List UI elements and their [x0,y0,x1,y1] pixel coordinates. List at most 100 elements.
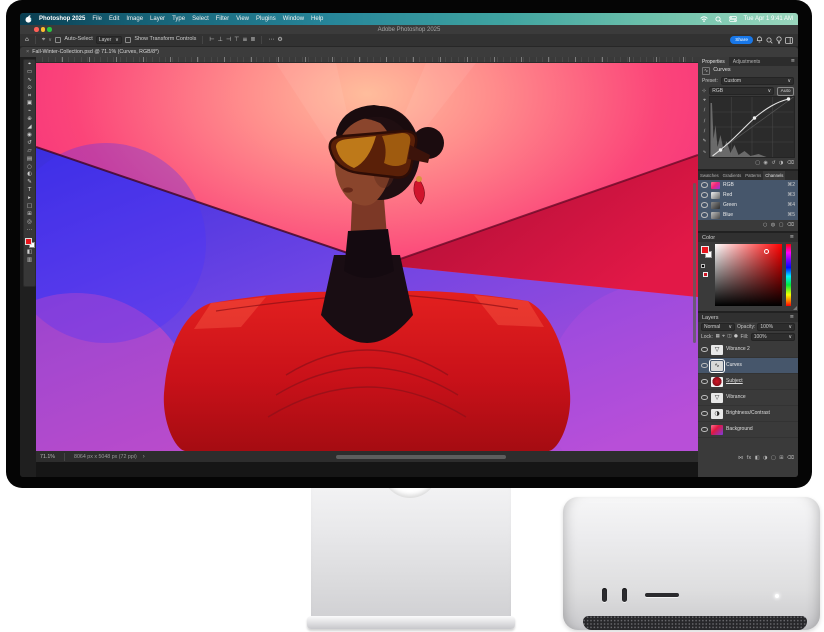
channel-row-rgb[interactable]: RGB ⌘2 [698,180,798,190]
brush-tool[interactable]: ◢ [27,125,31,131]
new-channel-icon[interactable]: ▢ [779,222,784,228]
visibility-eye-icon[interactable] [701,212,708,218]
menu-image[interactable]: Image [126,16,143,22]
align-left-icon[interactable]: ⊢ [209,37,214,43]
draw-curve-pencil-icon[interactable]: ✎ [703,140,707,145]
new-group-icon[interactable]: ▢ [771,455,776,461]
layer-row-curves[interactable]: ∿ Curves [698,358,798,374]
path-selection-tool[interactable]: ▸ [28,196,31,202]
lock-all-icon[interactable]: ● [734,335,738,340]
menu-view[interactable]: View [236,16,249,22]
shape-tool[interactable]: □ [27,204,32,210]
gear-icon[interactable]: ⚙ [277,37,282,43]
edit-toolbar-button[interactable]: ⋯ [27,228,33,234]
load-selection-icon[interactable]: ○ [763,222,767,228]
save-selection-icon[interactable]: ◍ [771,222,775,228]
layer-row-background[interactable]: Background [698,422,798,438]
lock-transparency-icon[interactable]: ▦ [715,335,719,340]
align-bottom-icon[interactable]: ≣ [250,37,255,43]
quick-mask-icon[interactable]: ◧ [27,250,32,256]
layer-row-subject[interactable]: Subject [698,374,798,390]
vertical-scrollbar[interactable] [693,183,697,343]
dodge-tool[interactable]: ◐ [27,172,32,178]
panel-menu-icon[interactable]: ≡ [790,235,794,240]
notifications-bell-icon[interactable] [756,36,763,44]
reset-icon[interactable]: ↺ [771,160,775,166]
visibility-eye-icon[interactable] [701,411,708,417]
eyedropper-tool[interactable]: ⌁ [28,109,31,115]
targeted-adjustment-icon[interactable]: ⊹ [702,89,706,94]
visibility-eye-icon[interactable] [701,192,708,198]
channel-row-green[interactable]: Green ⌘4 [698,200,798,210]
tab-patterns[interactable]: Patterns [743,171,763,180]
tab-channels[interactable]: Channels [763,171,785,180]
pen-tool[interactable]: ✎ [27,180,32,186]
preset-caret-icon[interactable]: ∨ [48,38,52,43]
visibility-eye-icon[interactable] [701,347,708,353]
foreground-color-swatch[interactable] [701,246,709,254]
layer-row-vibrance-2[interactable]: ▽ Vibrance 2 [698,342,798,358]
panel-resize-handle[interactable] [793,306,797,310]
layer-mask-icon[interactable]: ◧ [755,455,760,461]
auto-select-target-dropdown[interactable]: Layer∨ [96,36,122,44]
align-center-icon[interactable]: ⊥ [218,37,223,43]
workspace-switcher-icon[interactable] [785,37,793,44]
frame-tool[interactable]: ▣ [27,101,32,107]
align-top-icon[interactable]: ⊤ [234,37,239,43]
white-point-eyedropper-icon[interactable]: ∕ [704,130,706,135]
auto-button[interactable]: Auto [777,87,794,96]
document-tab[interactable]: × Fall-Winter-Collection.psd @ 71.1% (Cu… [20,47,798,57]
lock-artboard-icon[interactable]: ◫ [727,335,731,340]
fill-dropdown[interactable]: 100%∨ [751,333,795,341]
status-chevron-icon[interactable]: › [143,454,145,460]
gray-point-eyedropper-icon[interactable]: ∕ [704,120,706,125]
visibility-eye-icon[interactable] [701,379,708,385]
share-button[interactable]: Share [730,36,753,44]
color-swatches[interactable] [25,238,35,248]
menu-plugins[interactable]: Plugins [256,16,276,22]
menu-window[interactable]: Window [283,16,304,22]
menubar-app-name[interactable]: Photoshop 2025 [39,16,85,22]
new-layer-icon[interactable]: ⊞ [779,455,783,461]
more-options-icon[interactable]: ⋯ [268,37,274,43]
auto-select-checkbox[interactable] [55,37,62,44]
home-icon[interactable]: ⌂ [25,37,29,43]
screen-mode-icon[interactable]: ▥ [27,258,32,264]
visibility-eye-icon[interactable] [701,427,708,433]
crop-tool[interactable]: ⌗ [28,94,31,100]
previous-state-icon[interactable]: ◑ [779,160,783,166]
link-layers-icon[interactable]: ⋈ [738,455,743,461]
menu-layer[interactable]: Layer [150,16,165,22]
visibility-eye-icon[interactable] [701,202,708,208]
lock-position-icon[interactable]: ⌖ [722,335,725,340]
tab-swatches[interactable]: Swatches [698,171,721,180]
healing-brush-tool[interactable]: ⊕ [27,117,32,123]
hand-tool[interactable]: ⊞ [27,212,32,218]
visibility-eye-icon[interactable] [701,182,708,188]
tab-close-icon[interactable]: × [26,49,29,55]
object-selection-tool[interactable]: ⊙ [27,86,32,92]
blur-tool[interactable]: ○ [27,165,32,171]
curves-grid[interactable] [709,96,795,158]
eraser-tool[interactable]: ▱ [27,149,31,155]
menu-filter[interactable]: Filter [216,16,229,22]
black-point-eyedropper-icon[interactable]: ∕ [704,109,706,114]
tab-adjustments[interactable]: Adjustments [729,57,765,66]
layer-row-vibrance[interactable]: ▽ Vibrance [698,390,798,406]
layer-row-brightness-contrast[interactable]: ◑ Brightness/Contrast [698,406,798,422]
discover-lightbulb-icon[interactable] [776,36,782,44]
layer-effects-icon[interactable]: fx [747,455,752,461]
hue-slider[interactable] [786,244,791,306]
visibility-eye-icon[interactable] [701,363,708,369]
menu-help[interactable]: Help [311,16,323,22]
move-tool[interactable]: ⌖ [28,62,31,68]
opacity-dropdown[interactable]: 100%∨ [757,323,795,331]
control-center-icon[interactable] [729,16,737,22]
zoom-tool[interactable]: ◎ [27,220,32,226]
curve-edit-icon[interactable]: ⌖ [703,99,706,104]
panel-menu-icon[interactable]: ≡ [791,57,798,66]
default-colors-icon[interactable] [701,264,705,268]
foreground-color-swatch[interactable] [25,238,32,245]
type-tool[interactable]: T [28,188,31,194]
menu-edit[interactable]: Edit [109,16,119,22]
